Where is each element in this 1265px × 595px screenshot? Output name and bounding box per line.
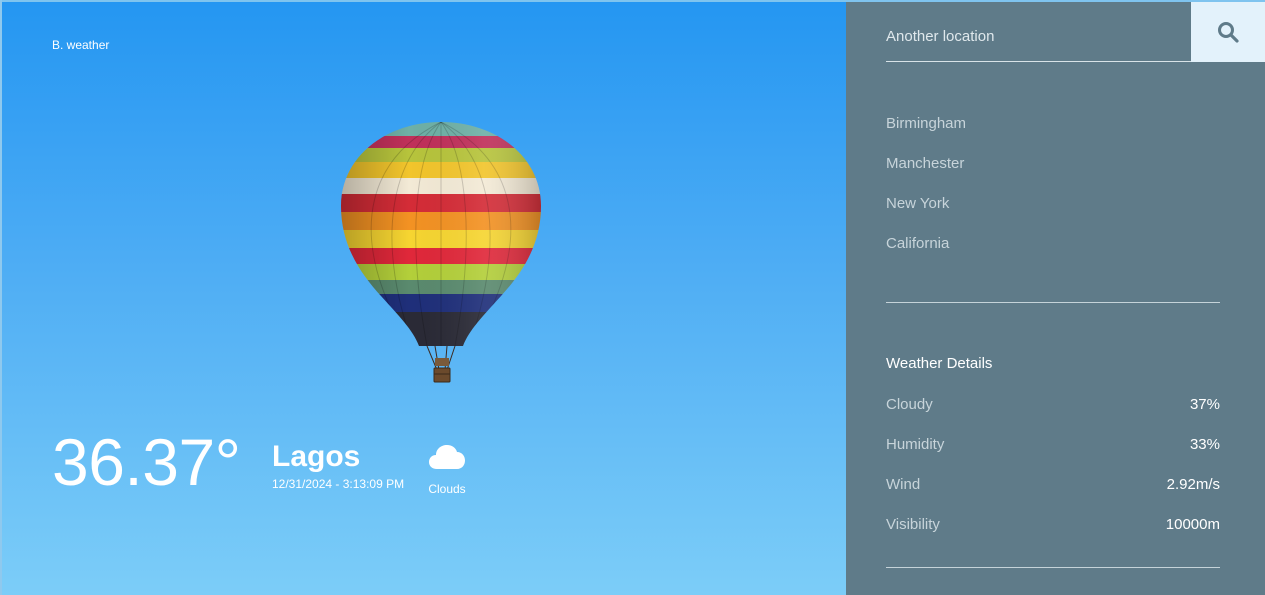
window-left-border — [0, 0, 2, 595]
detail-row-wind: Wind 2.92m/s — [886, 474, 1220, 514]
sidebar-panel: Birmingham Manchester New York Californi… — [846, 0, 1265, 595]
city-name: Lagos — [272, 440, 361, 473]
cloud-icon — [429, 445, 465, 469]
divider — [886, 302, 1220, 303]
detail-row-humidity: Humidity 33% — [886, 434, 1220, 474]
hot-air-balloon-image — [341, 122, 541, 383]
search-button[interactable] — [1191, 2, 1265, 62]
brand-logo[interactable]: B. weather — [52, 38, 109, 52]
detail-row-visibility: Visibility 10000m — [886, 514, 1220, 554]
weather-details-title: Weather Details — [886, 355, 993, 372]
search-icon — [1218, 22, 1239, 43]
city-item-birmingham[interactable]: Birmingham — [886, 113, 966, 153]
divider — [886, 567, 1220, 568]
city-list: Birmingham Manchester New York Californi… — [886, 113, 966, 273]
date-time: 12/31/2024 - 3:13:09 PM — [272, 477, 405, 491]
city-item-manchester[interactable]: Manchester — [886, 153, 966, 193]
condition-label: Clouds — [428, 482, 466, 496]
location-search-input[interactable] — [886, 0, 1191, 62]
detail-value: 10000m — [1165, 516, 1220, 533]
condition-block: Clouds — [424, 442, 470, 496]
city-item-california[interactable]: California — [886, 233, 966, 273]
detail-label: Visibility — [886, 516, 940, 533]
detail-value: 33% — [1189, 436, 1220, 453]
detail-label: Wind — [886, 476, 921, 493]
weather-details-list: Cloudy 37% Humidity 33% Wind 2.92m/s Vis… — [886, 394, 1220, 554]
search-bar — [886, 0, 1265, 62]
detail-value: 37% — [1189, 396, 1220, 413]
hero-panel: B. weather 36.37° Lagos 12/31/2024 - 3:1… — [0, 0, 846, 595]
detail-label: Humidity — [886, 436, 945, 453]
window-top-border — [0, 0, 1265, 2]
city-item-new-york[interactable]: New York — [886, 193, 966, 233]
detail-value: 2.92m/s — [1166, 476, 1220, 493]
detail-label: Cloudy — [886, 396, 933, 413]
location-block: Lagos 12/31/2024 - 3:13:09 PM — [272, 440, 404, 491]
current-temperature: 36.37° — [52, 425, 241, 499]
detail-row-cloudy: Cloudy 37% — [886, 394, 1220, 434]
